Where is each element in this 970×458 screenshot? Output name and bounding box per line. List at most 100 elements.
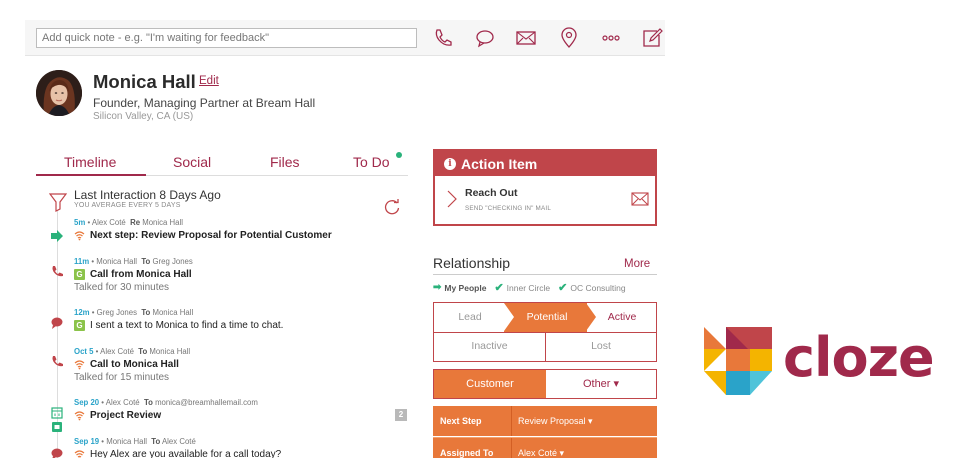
divider bbox=[511, 406, 512, 436]
entry-time: Oct 5 bbox=[74, 347, 94, 356]
entry-rel-label: Re bbox=[130, 218, 141, 227]
stage-potential[interactable]: Potential bbox=[506, 303, 588, 332]
quick-action-bar bbox=[25, 20, 665, 56]
more-icon[interactable] bbox=[600, 27, 622, 49]
entry-rel-label: To bbox=[141, 308, 151, 317]
timeline-entry[interactable]: Oct 5 • Alex Coté To Monica Hall Call to… bbox=[74, 347, 190, 383]
entry-from: Alex Coté bbox=[105, 398, 140, 407]
entry-rel-label: To bbox=[138, 347, 148, 356]
entry-headline: I sent a text to Monica to find a time t… bbox=[90, 320, 284, 331]
wifi-signal-icon bbox=[74, 231, 85, 241]
wifi-signal-icon bbox=[74, 360, 85, 370]
google-source-icon: G bbox=[74, 320, 85, 331]
action-item-title: Action Item bbox=[461, 155, 538, 172]
relationship-more-link[interactable]: More bbox=[624, 258, 650, 270]
next-step-arrow-icon bbox=[51, 230, 63, 242]
mail-icon[interactable] bbox=[631, 191, 649, 207]
tab-files[interactable]: Files bbox=[270, 154, 300, 170]
tag-inner-circle[interactable]: ✔ Inner Circle bbox=[494, 281, 550, 294]
assigned-to-dropdown[interactable]: Alex Coté ▾ bbox=[518, 438, 564, 458]
field-label: Assigned To bbox=[440, 448, 494, 458]
last-interaction: Last Interaction 8 Days Ago bbox=[74, 188, 221, 202]
count-badge: 2 bbox=[395, 409, 407, 421]
cloze-logo-text: cloze bbox=[783, 326, 935, 389]
tag-my-people[interactable]: ➡ My People bbox=[433, 282, 486, 293]
stage-lost[interactable]: Lost bbox=[546, 332, 656, 361]
active-tab-underline bbox=[36, 174, 146, 176]
entry-time: 11m bbox=[74, 257, 90, 266]
calendar-icon bbox=[51, 407, 63, 432]
location-icon[interactable] bbox=[558, 27, 580, 49]
divider bbox=[511, 438, 512, 458]
action-task-label: Reach Out bbox=[465, 187, 518, 199]
tab-bar: Timeline Social Files To Do bbox=[36, 148, 408, 176]
next-step-dropdown[interactable]: Review Proposal ▾ bbox=[518, 406, 593, 436]
tab-todo[interactable]: To Do bbox=[353, 154, 390, 170]
check-icon: ✔ bbox=[494, 282, 504, 294]
type-other-dropdown[interactable]: Other ▾ bbox=[546, 370, 656, 398]
google-source-icon: G bbox=[74, 269, 85, 280]
entry-rel-to: Monica Hall bbox=[142, 218, 183, 227]
entry-time: 5m bbox=[74, 218, 86, 227]
entry-rel-to: Monica Hall bbox=[152, 308, 194, 317]
timeline-entry[interactable]: Sep 20 • Alex Coté To monica@breamhallem… bbox=[74, 398, 258, 421]
entry-headline: Call to Monica Hall bbox=[90, 359, 179, 370]
mail-icon[interactable] bbox=[515, 27, 537, 49]
refresh-icon[interactable] bbox=[383, 198, 401, 216]
contact-page: Monica Hall Edit Founder, Managing Partn… bbox=[0, 0, 970, 458]
tag-oc-consulting[interactable]: ✔ OC Consulting bbox=[558, 281, 626, 294]
stage-selector: Lead Potential Active Inactive Lost bbox=[433, 302, 657, 362]
avatar bbox=[36, 70, 82, 116]
check-icon: ✔ bbox=[558, 282, 568, 294]
tab-social[interactable]: Social bbox=[173, 154, 211, 170]
chat-icon[interactable] bbox=[474, 27, 496, 49]
info-icon: i bbox=[444, 157, 456, 170]
compose-icon[interactable] bbox=[641, 27, 663, 49]
contact-location: Silicon Valley, CA (US) bbox=[93, 111, 194, 122]
action-item-task[interactable]: Reach Out SEND "CHECKING IN" MAIL bbox=[435, 176, 655, 224]
contact-type-selector: Customer Other ▾ bbox=[433, 369, 657, 399]
action-item-card: i Action Item Reach Out SEND "CHECKING I… bbox=[433, 149, 657, 226]
contact-name: Monica Hall bbox=[93, 71, 196, 92]
entry-from: Monica Hall bbox=[96, 257, 137, 266]
tag-label: OC Consulting bbox=[570, 282, 626, 293]
entry-time: Sep 20 bbox=[74, 398, 100, 407]
filter-icon[interactable] bbox=[49, 192, 67, 212]
edit-link[interactable]: Edit bbox=[199, 75, 219, 87]
entry-rel-label: To bbox=[143, 398, 153, 407]
contact-title: Founder, Managing Partner at Bream Hall bbox=[93, 96, 316, 110]
timeline-entry[interactable]: Sep 19 • Monica Hall To Alex Coté Hey Al… bbox=[74, 437, 281, 458]
field-assigned-to: Assigned To Alex Coté ▾ bbox=[433, 437, 657, 458]
entry-rel-label: To bbox=[141, 257, 151, 266]
quick-note-input[interactable] bbox=[36, 28, 417, 48]
action-task-detail: SEND "CHECKING IN" MAIL bbox=[465, 205, 552, 212]
stage-inactive[interactable]: Inactive bbox=[434, 332, 545, 361]
entry-time: 12m bbox=[74, 308, 90, 317]
entry-rel-to: Monica Hall bbox=[149, 347, 191, 356]
tag-label: Inner Circle bbox=[506, 282, 551, 293]
timeline-entry[interactable]: 11m • Monica Hall To Greg Jones G Call fr… bbox=[74, 257, 193, 293]
entry-headline: Project Review bbox=[90, 410, 162, 421]
text-message-icon bbox=[51, 448, 63, 458]
timeline-entry[interactable]: 5m • Alex Coté Re Monica Hall Next step:… bbox=[74, 218, 332, 241]
stage-active[interactable]: Active bbox=[588, 303, 656, 332]
entry-rel-to: Greg Jones bbox=[152, 257, 193, 266]
wifi-signal-icon bbox=[74, 411, 85, 421]
interaction-average: YOU AVERAGE EVERY 5 DAYS bbox=[74, 202, 181, 209]
relationship-tags: ➡ My People ✔ Inner Circle ✔ OC Consulting bbox=[433, 281, 634, 294]
entry-headline: Next step: Review Proposal for Potential… bbox=[90, 230, 332, 241]
tab-timeline[interactable]: Timeline bbox=[64, 154, 116, 170]
cloze-logo-mark bbox=[704, 327, 772, 395]
stage-lead[interactable]: Lead bbox=[434, 303, 506, 332]
entry-rel-to: Alex Coté bbox=[161, 437, 196, 446]
type-customer[interactable]: Customer bbox=[434, 370, 546, 398]
call-outgoing-icon bbox=[52, 356, 63, 367]
entry-from: Alex Coté bbox=[100, 347, 134, 356]
entry-from: Alex Coté bbox=[91, 218, 126, 227]
tag-label: My People bbox=[444, 282, 487, 293]
field-next-step: Next Step Review Proposal ▾ bbox=[433, 406, 657, 436]
timeline-entry[interactable]: 12m • Greg Jones To Monica Hall GI sent … bbox=[74, 308, 283, 331]
phone-icon[interactable] bbox=[432, 27, 454, 49]
entry-detail: Talked for 30 minutes bbox=[74, 282, 170, 293]
divider bbox=[433, 274, 657, 275]
